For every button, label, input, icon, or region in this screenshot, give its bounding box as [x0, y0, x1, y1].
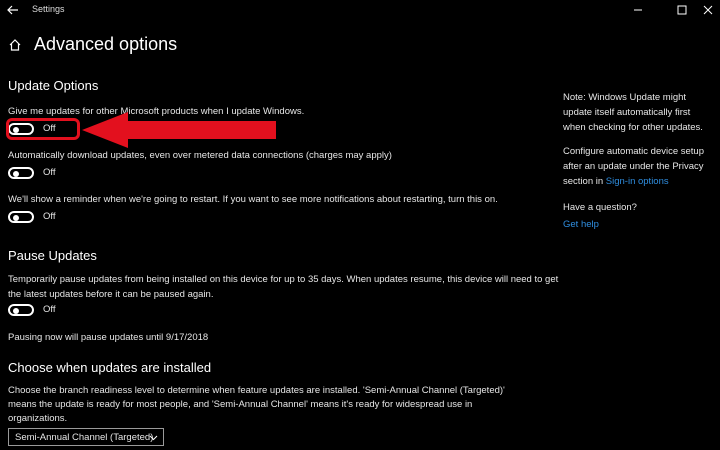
title-bar: Settings	[0, 0, 720, 20]
red-arrow-annotation	[82, 112, 276, 148]
annotation-highlight-ring	[6, 118, 80, 140]
toggle-knob	[13, 308, 19, 314]
side-setup-line: Configure automatic device setup	[563, 146, 704, 157]
close-icon[interactable]	[700, 2, 716, 18]
metered-download-toggle[interactable]	[8, 167, 34, 179]
get-help-link[interactable]: Get help	[563, 217, 713, 232]
pause-updates-toggle[interactable]	[8, 304, 34, 316]
side-note-line: update itself automatically first	[563, 107, 691, 118]
chevron-down-icon	[149, 435, 158, 441]
pause-updates-heading: Pause Updates	[8, 248, 97, 263]
side-note-line: when checking for other updates.	[563, 122, 703, 133]
page-title: Advanced options	[34, 34, 178, 54]
minimize-icon[interactable]	[630, 2, 646, 18]
choose-desc-line1: Choose the branch readiness level to det…	[8, 385, 505, 396]
have-question-text: Have a question?	[563, 202, 637, 213]
home-icon[interactable]	[8, 38, 22, 52]
restart-reminder-label: We'll show a reminder when we're going t…	[8, 194, 498, 205]
choose-desc-line3: organizations.	[8, 413, 68, 424]
maximize-icon[interactable]	[674, 2, 690, 18]
dropdown-value: Semi-Annual Channel (Targeted)	[15, 432, 154, 443]
toggle-knob	[13, 171, 19, 177]
metered-download-label: Automatically download updates, even ove…	[8, 150, 392, 161]
window-title: Settings	[32, 4, 65, 14]
side-setup-prefix: section in	[563, 176, 606, 187]
choose-updates-heading: Choose when updates are installed	[8, 360, 212, 375]
side-setup-line: after an update under the Privacy	[563, 161, 704, 172]
toggle-knob	[13, 215, 19, 221]
pause-status-text: Pausing now will pause updates until 9/1…	[8, 332, 209, 343]
side-setup: Configure automatic device setup after a…	[563, 144, 713, 189]
restart-reminder-toggle[interactable]	[8, 211, 34, 223]
choose-desc-line2: means the update is ready for most peopl…	[8, 399, 473, 410]
back-arrow-icon[interactable]	[6, 3, 20, 17]
restart-reminder-state: Off	[43, 211, 56, 222]
pause-updates-state: Off	[43, 304, 56, 315]
branch-readiness-dropdown[interactable]: Semi-Annual Channel (Targeted)	[8, 428, 164, 446]
side-note-line: Note: Windows Update might	[563, 92, 687, 103]
side-setup-line: section in Sign-in options	[563, 174, 713, 189]
metered-download-state: Off	[43, 167, 56, 178]
pause-desc-line1: Temporarily pause updates from being ins…	[8, 274, 559, 285]
side-note: Note: Windows Update might update itself…	[563, 90, 713, 135]
pause-desc-line2: the latest updates before it can be paus…	[8, 289, 214, 300]
sign-in-options-link[interactable]: Sign-in options	[606, 176, 669, 187]
update-options-heading: Update Options	[8, 78, 99, 93]
